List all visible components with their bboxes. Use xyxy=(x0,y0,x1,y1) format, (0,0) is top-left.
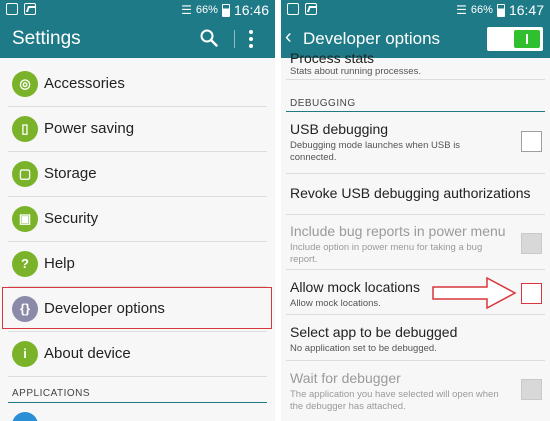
item-description: No application set to be debugged. xyxy=(290,343,437,354)
settings-item-power-saving[interactable]: ▯ Power saving xyxy=(0,108,275,152)
page-title: Settings xyxy=(12,28,81,49)
back-arrow-icon[interactable]: ‹ xyxy=(285,26,292,49)
battery-icon xyxy=(221,3,230,17)
status-bar: ☰ 66% 16:46 xyxy=(0,0,275,20)
gallery-notification-icon xyxy=(24,3,36,15)
app-bar: Settings xyxy=(0,20,275,58)
battery-percent: 66% xyxy=(470,4,493,16)
pointer-arrow-icon xyxy=(432,276,517,310)
highlight-box xyxy=(2,287,272,329)
settings-item-about-device[interactable]: i About device xyxy=(0,333,275,377)
clock: 16:47 xyxy=(508,2,544,18)
settings-item-accessories[interactable]: ◎ Accessories xyxy=(0,63,275,107)
item-title: Select app to be debugged xyxy=(290,324,458,340)
list-item-bug-reports[interactable]: Include bug reports in power menu Includ… xyxy=(281,215,550,270)
info-icon: i xyxy=(12,341,38,367)
settings-item-security[interactable]: ▣ Security xyxy=(0,198,275,242)
notification-icon xyxy=(6,3,18,15)
wifi-icon: ☰ xyxy=(456,3,467,17)
item-description: The application you have selected will o… xyxy=(290,389,499,412)
search-icon[interactable] xyxy=(200,29,218,47)
battery-icon: ▯ xyxy=(12,116,38,142)
wait-for-debugger-checkbox[interactable] xyxy=(521,379,542,400)
list-item-wait-for-debugger[interactable]: Wait for debugger The application you ha… xyxy=(281,361,550,421)
status-bar: ☰ 66% 16:47 xyxy=(281,0,550,20)
developer-options-toggle[interactable] xyxy=(487,27,543,51)
mock-locations-checkbox[interactable] xyxy=(521,283,542,304)
settings-item-label: Security xyxy=(44,210,99,227)
toggle-knob xyxy=(514,30,540,48)
overflow-menu-icon[interactable] xyxy=(248,28,254,50)
settings-screen: ☰ 66% 16:46 Settings ◎ Accessories ▯ Pow… xyxy=(0,0,275,421)
page-title: Developer options xyxy=(303,29,441,48)
sd-card-icon: ▢ xyxy=(12,161,38,187)
gallery-notification-icon xyxy=(305,3,317,15)
settings-item-label: Power saving xyxy=(44,120,135,137)
list-item-usb-debugging[interactable]: USB debugging Debugging mode launches wh… xyxy=(281,113,550,174)
item-description: Include option in power menu for taking … xyxy=(290,242,483,265)
battery-percent: 66% xyxy=(195,4,218,16)
section-header: APPLICATIONS xyxy=(12,388,91,399)
settings-item-label: About device xyxy=(44,345,131,362)
settings-item-label: Accessories xyxy=(44,75,125,92)
item-description: Stats about running processes. xyxy=(290,66,421,77)
settings-item-label: Storage xyxy=(44,165,97,182)
settings-item-help[interactable]: ? Help xyxy=(0,243,275,287)
item-title: USB debugging xyxy=(290,121,389,137)
developer-options-screen: ☰ 66% 16:47 ‹ Developer options Process … xyxy=(281,0,550,421)
section-header: DEBUGGING xyxy=(290,98,356,109)
help-icon: ? xyxy=(12,251,38,277)
settings-item-label: Help xyxy=(44,255,75,272)
item-title: Wait for debugger xyxy=(290,370,401,386)
bug-reports-checkbox[interactable] xyxy=(521,233,542,254)
item-title: Include bug reports in power menu xyxy=(290,223,506,239)
list-item-revoke-usb[interactable]: Revoke USB debugging authorizations xyxy=(281,174,550,215)
wifi-icon: ☰ xyxy=(181,3,192,17)
list-item-process-stats[interactable]: Process stats Stats about running proces… xyxy=(281,50,550,80)
divider xyxy=(234,30,235,48)
item-title: Allow mock locations xyxy=(290,279,420,295)
accessories-icon: ◎ xyxy=(12,71,38,97)
notification-icon xyxy=(287,3,299,15)
battery-icon xyxy=(496,3,505,17)
clock: 16:46 xyxy=(233,2,269,18)
lock-icon: ▣ xyxy=(12,206,38,232)
item-title: Process stats xyxy=(290,50,375,66)
item-title: Revoke USB debugging authorizations xyxy=(290,185,531,201)
list-item-select-debug-app[interactable]: Select app to be debugged No application… xyxy=(281,315,550,361)
item-description: Debugging mode launches when USB is conn… xyxy=(290,140,461,163)
settings-item-storage[interactable]: ▢ Storage xyxy=(0,153,275,197)
usb-debugging-checkbox[interactable] xyxy=(521,131,542,152)
app-icon xyxy=(12,412,38,421)
